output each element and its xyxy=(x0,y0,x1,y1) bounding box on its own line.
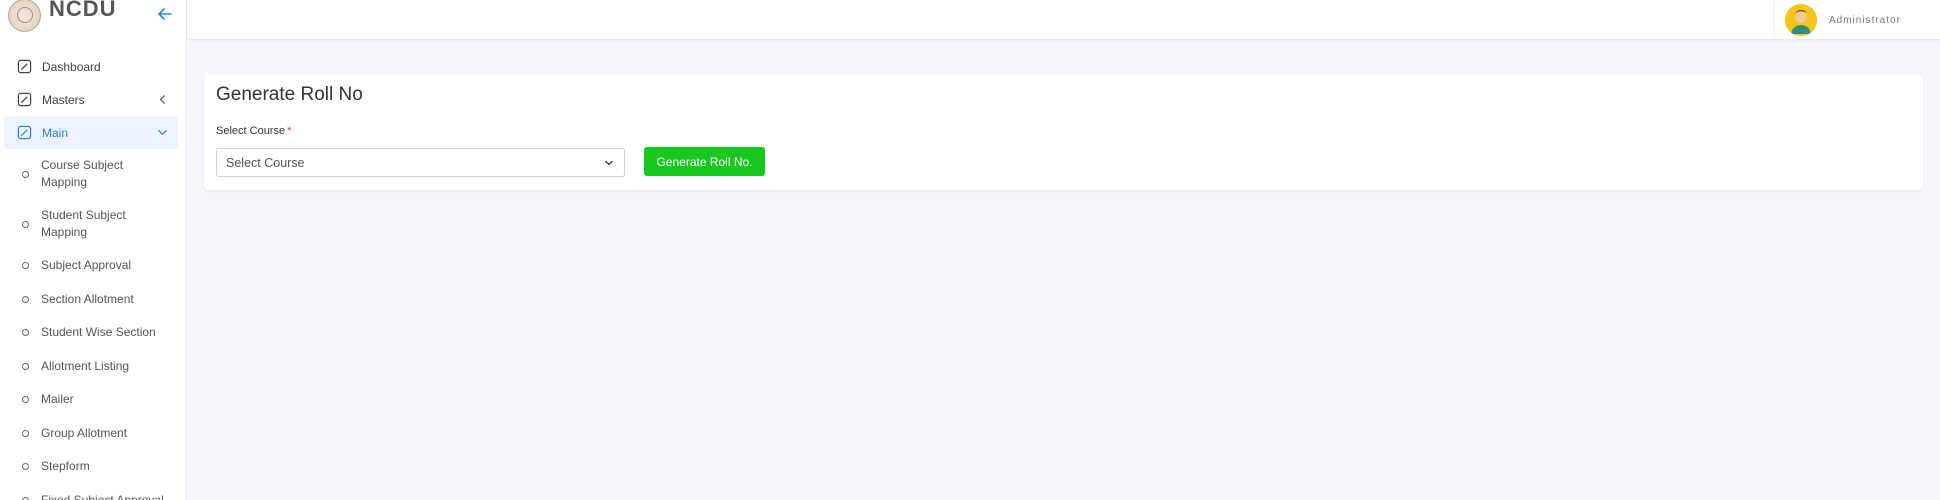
chevron-down-icon xyxy=(605,160,613,166)
submenu-label: Group Allotment xyxy=(41,425,128,440)
circle-bullet-icon xyxy=(22,295,29,303)
course-select-value: Select Course xyxy=(226,155,305,170)
submenu-label: Section Allotment xyxy=(41,291,134,306)
submenu-label: Student Subject Mapping xyxy=(41,208,126,239)
sidebar-item-dashboard[interactable]: Dashboard xyxy=(0,50,186,83)
brand: NCDU xyxy=(0,0,186,38)
required-mark: * xyxy=(287,125,292,137)
circle-bullet-icon xyxy=(22,262,29,269)
submenu-label: Student Wise Section xyxy=(41,325,156,339)
course-field-label: Select Course * xyxy=(216,125,291,137)
circle-bullet-icon xyxy=(22,463,29,470)
submenu-item-allotment-listing[interactable]: Allotment Listing xyxy=(0,349,186,383)
submenu-label: Mailer xyxy=(41,392,74,406)
submenu-label: Subject Approval xyxy=(41,258,132,272)
topbar: Administrator xyxy=(187,0,1940,40)
sidebar-item-label: Masters xyxy=(42,92,85,107)
circle-bullet-icon xyxy=(22,220,29,228)
sidebar-item-masters[interactable]: Masters xyxy=(0,83,186,116)
circle-bullet-icon xyxy=(22,170,29,178)
submenu-item-fixed-subject-approval[interactable]: Fixed Subject Approval xyxy=(0,483,186,500)
course-select[interactable]: Select Course xyxy=(216,148,625,177)
sidebar-item-label: Dashboard xyxy=(42,59,101,74)
circle-bullet-icon xyxy=(22,329,29,336)
submenu-item-stepform[interactable]: Stepform xyxy=(0,450,186,483)
arrow-left-icon[interactable] xyxy=(156,5,174,23)
circle-bullet-icon xyxy=(22,496,29,500)
submenu-label: Fixed Subject Approval xyxy=(41,492,164,500)
generate-roll-no-card: Generate Roll No Select Course * Select C… xyxy=(204,74,1923,190)
submenu-label: Course Subject Mapping xyxy=(41,158,124,189)
page-title: Generate Roll No xyxy=(216,84,363,105)
submenu-item-group-allotment[interactable]: Group Allotment xyxy=(0,416,186,450)
user-menu[interactable]: Administrator xyxy=(1774,0,1919,40)
submenu-item-student-wise-section[interactable]: Student Wise Section xyxy=(0,316,186,349)
circle-bullet-icon xyxy=(22,429,29,437)
submenu-item-section-allotment[interactable]: Section Allotment xyxy=(0,282,186,316)
submenu-label: Stepform xyxy=(41,459,90,473)
edit-square-icon xyxy=(17,125,32,140)
circle-bullet-icon xyxy=(22,362,29,370)
sidebar-item-main[interactable]: Main xyxy=(4,116,178,149)
sidebar: NCDU Dashboard Masters Main Course Subje… xyxy=(0,0,187,500)
sidebar-item-label: Main xyxy=(42,125,69,140)
submenu-label: Allotment Listing xyxy=(41,358,130,373)
edit-square-icon xyxy=(17,59,32,74)
circle-bullet-icon xyxy=(22,396,29,403)
user-avatar-icon[interactable] xyxy=(1785,4,1817,36)
chevron-left-icon xyxy=(159,95,165,104)
sidebar-nav: Dashboard Masters Main xyxy=(0,50,186,149)
generate-roll-no-button[interactable]: Generate Roll No. xyxy=(644,147,765,176)
brand-name: NCDU xyxy=(49,0,117,21)
submenu-item-student-subject-mapping[interactable]: Student Subject Mapping xyxy=(0,199,186,249)
edit-square-icon xyxy=(17,92,32,107)
chevron-down-icon xyxy=(158,130,167,136)
course-label-text: Select Course xyxy=(216,125,286,137)
submenu-item-course-subject-mapping[interactable]: Course Subject Mapping xyxy=(0,149,186,199)
user-name[interactable]: Administrator xyxy=(1829,15,1901,26)
submenu-item-subject-approval[interactable]: Subject Approval xyxy=(0,249,186,282)
main-submenu: Course Subject Mapping Student Subject M… xyxy=(0,149,186,500)
university-seal-icon[interactable] xyxy=(8,0,41,32)
submenu-item-mailer[interactable]: Mailer xyxy=(0,383,186,416)
